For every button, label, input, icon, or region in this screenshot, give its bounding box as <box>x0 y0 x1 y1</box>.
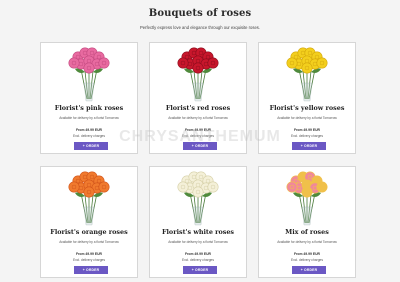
delivery-charges-note: Excl. delivery charges <box>181 134 215 138</box>
bouquet-image[interactable] <box>150 167 246 227</box>
delivery-info: Available for delivery by a florist Tomo… <box>168 116 228 120</box>
order-button[interactable]: + ORDER <box>183 266 217 274</box>
page-header: Bouquets of roses Perfectly express love… <box>0 0 400 40</box>
order-button[interactable]: + ORDER <box>292 142 326 150</box>
bouquet-image-graphic <box>177 171 219 226</box>
order-button[interactable]: + ORDER <box>74 266 108 274</box>
order-button[interactable]: + ORDER <box>292 266 326 274</box>
bouquet-image-graphic <box>68 171 110 226</box>
delivery-charges-note: Excl. delivery charges <box>290 134 324 138</box>
product-card[interactable]: Florist's white roses Available for deliv… <box>149 166 247 278</box>
product-card[interactable]: Florist's orange roses Available for deli… <box>40 166 138 278</box>
delivery-charges-note: Excl. delivery charges <box>72 134 106 138</box>
delivery-charges-note: Excl. delivery charges <box>72 258 106 262</box>
page-subtitle: Perfectly express love and elegance thro… <box>139 25 261 30</box>
product-price: From 49.99 EUR <box>293 128 320 132</box>
bouquet-image[interactable] <box>150 43 246 103</box>
product-card[interactable]: Florist's yellow roses Available for deli… <box>258 42 356 154</box>
bouquet-image[interactable] <box>259 43 355 103</box>
product-name: Florist's yellow roses <box>269 104 345 112</box>
product-name: Mix of roses <box>285 228 329 236</box>
order-button[interactable]: + ORDER <box>183 142 217 150</box>
product-card[interactable]: Florist's red roses Available for deliver… <box>149 42 247 154</box>
bouquet-image-graphic <box>68 47 110 102</box>
bouquet-image[interactable] <box>41 167 137 227</box>
delivery-charges-note: Excl. delivery charges <box>290 258 324 262</box>
page-title: Bouquets of roses <box>148 8 252 19</box>
product-name: Florist's orange roses <box>50 228 128 236</box>
bouquet-image-graphic <box>177 47 219 102</box>
product-card[interactable]: Mix of roses Available for delivery by a … <box>258 166 356 278</box>
product-grid: Florist's pink roses Available for delive… <box>40 42 356 278</box>
bouquet-image-graphic <box>286 47 328 102</box>
delivery-info: Available for delivery by a florist Tomo… <box>277 116 337 120</box>
delivery-info: Available for delivery by a florist Tomo… <box>59 116 119 120</box>
product-price: From 49.99 EUR <box>293 252 320 256</box>
bouquet-image[interactable] <box>41 43 137 103</box>
product-name: Florist's pink roses <box>54 104 124 112</box>
product-price: From 49.99 EUR <box>184 128 211 132</box>
product-card[interactable]: Florist's pink roses Available for delive… <box>40 42 138 154</box>
product-price: From 49.99 EUR <box>75 252 102 256</box>
delivery-info: Available for delivery by a florist Tomo… <box>277 240 337 244</box>
order-button[interactable]: + ORDER <box>74 142 108 150</box>
delivery-charges-note: Excl. delivery charges <box>181 258 215 262</box>
delivery-info: Available for delivery by a florist Tomo… <box>168 240 228 244</box>
product-name: Florist's red roses <box>165 104 231 112</box>
bouquet-image-graphic <box>286 171 328 226</box>
bouquet-image[interactable] <box>259 167 355 227</box>
product-name: Florist's white roses <box>161 228 235 236</box>
product-price: From 49.99 EUR <box>184 252 211 256</box>
product-price: From 49.99 EUR <box>75 128 102 132</box>
delivery-info: Available for delivery by a florist Tomo… <box>59 240 119 244</box>
